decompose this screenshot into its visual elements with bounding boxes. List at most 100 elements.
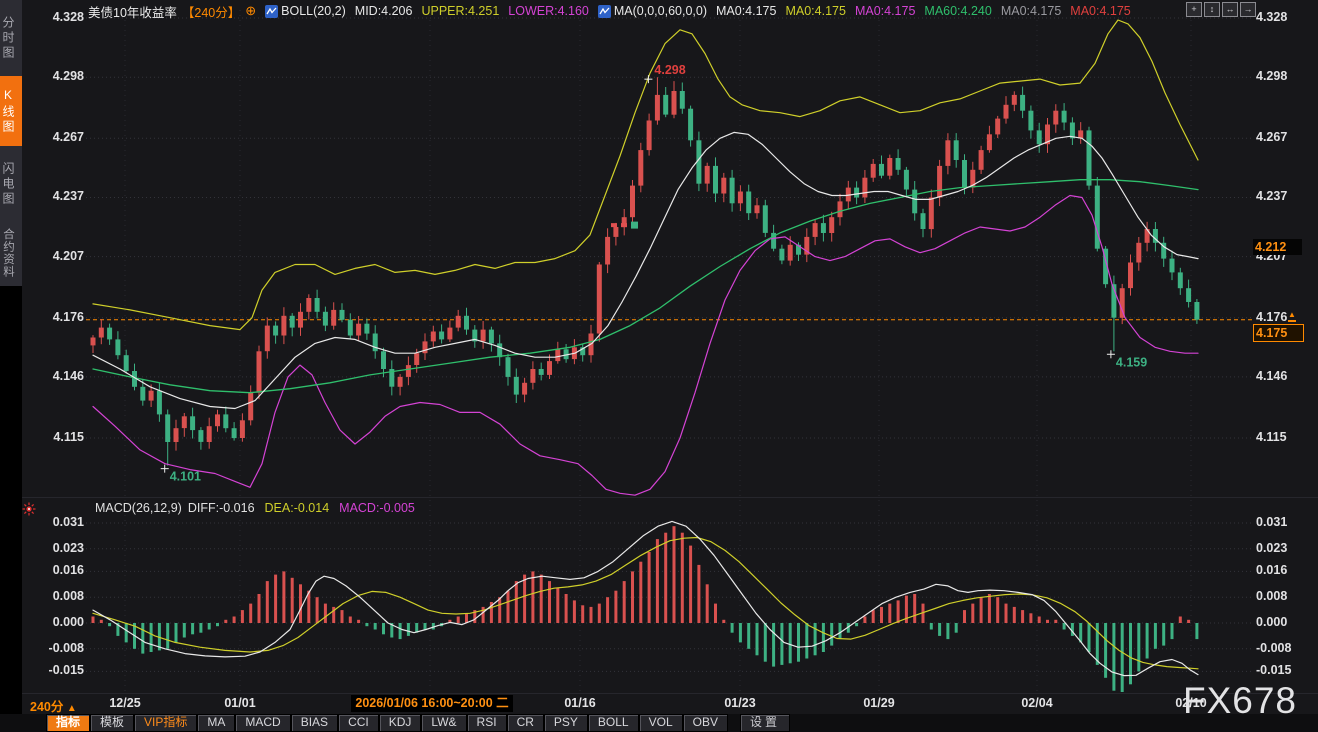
candlestick-layer: [91, 77, 1200, 465]
macd-diff-readout: DIFF:-0.016: [188, 501, 255, 515]
macd-axis-label: -0.008: [1256, 641, 1316, 655]
indicator-toolbar: 指标模板VIP指标MAMACDBIASCCIKDJLW&RSICRPSYBOLL…: [0, 714, 1318, 732]
indicator-readout: UPPER:4.251: [421, 4, 499, 18]
macd-axis-label: -0.015: [1256, 663, 1316, 677]
toolbar-item-template[interactable]: 模板: [90, 714, 134, 732]
toolbar-item-vip-indicator[interactable]: VIP指标: [134, 714, 197, 732]
selected-date-range: 2026/01/06 16:00~20:00 二: [351, 695, 513, 712]
price-axis-label: 4.267: [34, 130, 84, 144]
x-axis-tick: 01/01: [224, 696, 255, 710]
sidebar-item-time-chart[interactable]: 分时图: [0, 4, 22, 72]
indicator-readout-text: UPPER:4.251: [421, 4, 499, 18]
indicator-readout-text: MID:4.206: [355, 4, 413, 18]
indicator-readout-text: MA0:4.175: [1001, 4, 1061, 18]
indicator-readout: MID:4.206: [355, 4, 413, 18]
price-axis-label: 4.176: [34, 310, 84, 324]
price-axis-label: 4.207: [34, 249, 84, 263]
toolbar-item-ma[interactable]: MA: [197, 714, 235, 732]
x-axis-tick: 01/16: [564, 696, 595, 710]
macd-axis-label: 0.031: [1256, 515, 1316, 529]
sidebar-item-kline-chart[interactable]: K线图: [0, 76, 22, 146]
high-price-annotation: 4.298: [654, 63, 685, 77]
pan-right-icon[interactable]: →: [1240, 2, 1256, 17]
x-axis-tick: 01/23: [724, 696, 755, 710]
indicator-readout: MA0:4.175: [716, 4, 776, 18]
sidebar-item-contract-info[interactable]: 合约资料: [0, 222, 22, 284]
toolbar-item-kdj[interactable]: KDJ: [379, 714, 422, 732]
low-price-annotation: 4.159: [1116, 355, 1147, 369]
indicator-readout: MA0:4.175: [1070, 4, 1130, 18]
x-axis-tick: 01/29: [863, 696, 894, 710]
price-axis-label: 4.237: [1256, 189, 1316, 203]
macd-axis-label: 0.000: [34, 615, 84, 629]
sidebar-item-flash-chart[interactable]: 闪电图: [0, 150, 22, 218]
macd-macd-readout: MACD:-0.005: [339, 501, 415, 515]
macd-axis-label: 0.008: [1256, 589, 1316, 603]
price-axis-label: 4.146: [1256, 369, 1316, 383]
price-axis-label: 4.115: [1256, 430, 1316, 444]
price-axis-label: 4.328: [1256, 10, 1316, 24]
watermark-fx678: FX678: [1183, 680, 1297, 722]
gap-marker-box: [631, 222, 638, 229]
add-indicator-icon[interactable]: ⊕: [245, 3, 256, 19]
x-axis-tick: 12/25: [109, 696, 140, 710]
toolbar-item-vol[interactable]: VOL: [639, 714, 683, 732]
ref-price-badge: 4.175: [1253, 324, 1304, 342]
price-axis-label: 4.267: [1256, 130, 1316, 144]
toolbar-item-indicator[interactable]: 指标: [46, 714, 90, 732]
marquee-indicator-icon[interactable]: [22, 502, 36, 521]
toolbar-item-bias[interactable]: BIAS: [291, 714, 338, 732]
chart-line-icon: [598, 5, 611, 18]
period-selector[interactable]: 240分 ▲: [30, 696, 77, 715]
macd-dea-readout: DEA:-0.014: [265, 501, 330, 515]
macd-header: MACD(26,12,9) DIFF:-0.016 DEA:-0.014 MAC…: [95, 501, 415, 515]
zoom-horizontal-icon[interactable]: ↔: [1222, 2, 1238, 17]
indicator-readout-text: MA0:4.175: [1070, 4, 1130, 18]
macd-layer: [92, 521, 1199, 692]
indicator-readout-text: BOLL(20,2): [281, 4, 346, 18]
toolbar-item-macd[interactable]: MACD: [235, 714, 290, 732]
indicator-readout-text: LOWER:4.160: [508, 4, 589, 18]
toolbar-item-cci[interactable]: CCI: [338, 714, 379, 732]
price-axis-label: 4.115: [34, 430, 84, 444]
indicator-readout-text: MA0:4.175: [785, 4, 845, 18]
ref-price-marker-icon: ▲: [1288, 311, 1296, 322]
page-title: 美债10年收益率: [88, 2, 177, 21]
price-axis-label: 4.298: [1256, 69, 1316, 83]
indicator-readout: MA0:4.175: [855, 4, 915, 18]
macd-axis-label: 0.000: [1256, 615, 1316, 629]
toolbar-item-obv[interactable]: OBV: [683, 714, 728, 732]
macd-axis-label: -0.008: [34, 641, 84, 655]
period-badge[interactable]: 【240分】: [182, 2, 240, 21]
price-axis-label: 4.328: [34, 10, 84, 24]
indicator-readout: MA0:4.175: [785, 4, 845, 18]
sidebar: 分时图 K线图闪电图合约资料: [0, 0, 22, 732]
toolbar-item-boll[interactable]: BOLL: [588, 714, 639, 732]
macd-axis-label: 0.016: [34, 563, 84, 577]
indicator-readout: MA60:4.240: [924, 4, 991, 18]
toolbar-item-cr[interactable]: CR: [507, 714, 544, 732]
last-price-badge: 4.212: [1253, 239, 1302, 255]
price-axis-label: 4.176: [1256, 310, 1316, 324]
indicator-readout-text: MA0:4.175: [855, 4, 915, 18]
indicator-readout: MA(0,0,0,60,0,0): [598, 4, 707, 18]
macd-axis-label: 0.031: [34, 515, 84, 529]
toolbar-item-rsi[interactable]: RSI: [467, 714, 507, 732]
boll-ma-layer: [93, 20, 1198, 495]
x-axis-bar: 240分 ▲ 2026/01/06 16:00~20:00 二 12/25 01/…: [22, 694, 1318, 714]
price-axis-label: 4.146: [34, 369, 84, 383]
indicator-readout-text: MA60:4.240: [924, 4, 991, 18]
macd-axis-label: 0.008: [34, 589, 84, 603]
toolbar-item-settings[interactable]: 设置: [740, 714, 790, 732]
move-icon[interactable]: +: [1186, 2, 1202, 17]
macd-axis-label: 0.023: [34, 541, 84, 555]
toolbar-item-lw[interactable]: LW&: [421, 714, 466, 732]
indicator-readout: MA0:4.175: [1001, 4, 1061, 18]
chart-app: 4.2984.1014.159 分时图 K线图闪电图合约资料 美债10年收益率 【…: [0, 0, 1318, 732]
price-axis-label: 4.298: [34, 69, 84, 83]
indicator-readout-text: MA(0,0,0,60,0,0): [614, 4, 707, 18]
macd-params: MACD(26,12,9): [95, 501, 182, 515]
zoom-vertical-icon[interactable]: ↕: [1204, 2, 1220, 17]
toolbar-item-psy[interactable]: PSY: [544, 714, 588, 732]
main-chart-canvas[interactable]: 4.2984.1014.159: [0, 0, 1318, 732]
